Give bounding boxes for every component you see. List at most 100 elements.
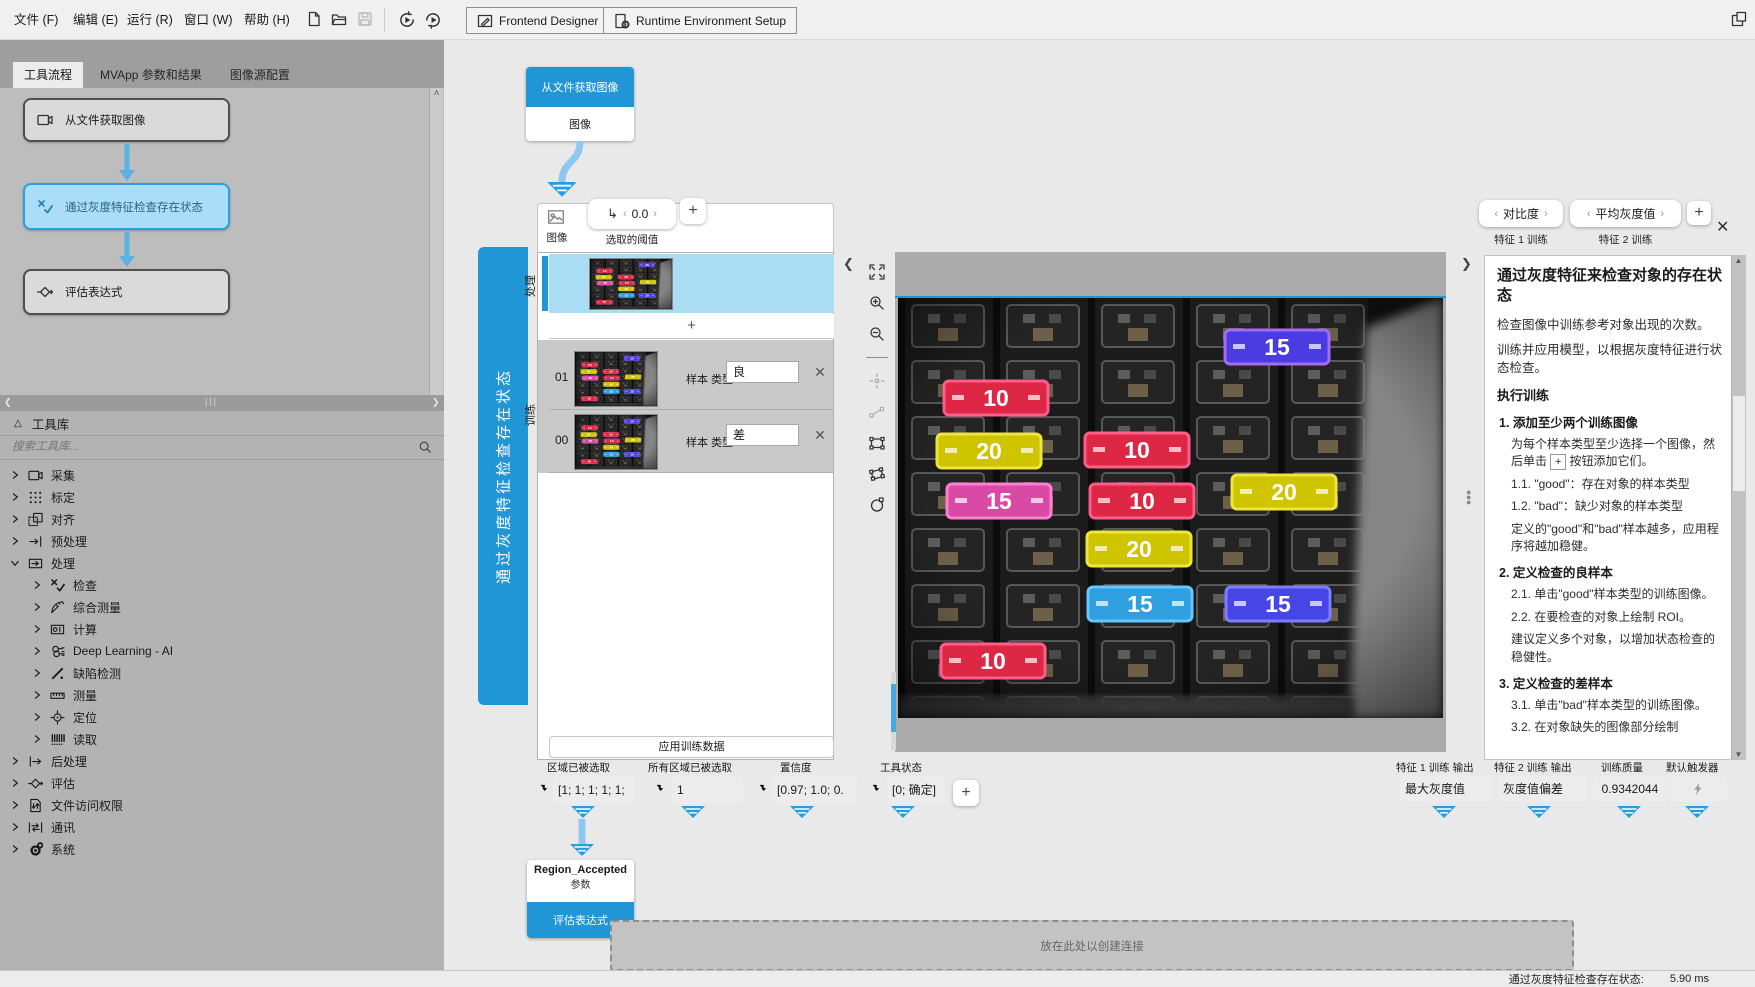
flow-node-evaluate-expression[interactable]: 评估表达式 bbox=[23, 269, 230, 315]
frontend-designer-button[interactable]: Frontend Designer bbox=[466, 7, 609, 34]
output-value-confidence[interactable]: [0.97; 1.0; 0. bbox=[772, 776, 857, 804]
sample-thumbnail[interactable] bbox=[574, 414, 658, 470]
tool-input-arrow[interactable] bbox=[547, 182, 577, 198]
output-port-triangle[interactable] bbox=[571, 806, 595, 819]
flow-vertical-scrollbar[interactable]: ˄ bbox=[429, 88, 443, 443]
sample-type-dropdown[interactable]: 良 bbox=[726, 361, 799, 383]
output-port-triangle[interactable] bbox=[891, 806, 915, 819]
library-item-evaluation[interactable]: 评估 bbox=[0, 772, 444, 794]
tab-tool-flow[interactable]: 工具流程 bbox=[13, 62, 83, 88]
menu-window[interactable]: 窗口 (W) bbox=[180, 0, 237, 40]
flow-node-check-presence[interactable]: 通过灰度特征检查存在状态 bbox=[23, 183, 230, 230]
flow-node-acquire-image[interactable]: 从文件获取图像 bbox=[23, 98, 230, 142]
library-item-preprocessing[interactable]: 预处理 bbox=[0, 530, 444, 552]
library-item-reading[interactable]: 读取 bbox=[0, 728, 444, 750]
open-file-icon[interactable] bbox=[331, 11, 347, 27]
scrollbar-thumb[interactable] bbox=[1733, 396, 1745, 491]
output-port-triangle[interactable] bbox=[1527, 806, 1551, 819]
remove-sample-icon[interactable]: ✕ bbox=[811, 427, 829, 444]
eval-input-arrow[interactable] bbox=[570, 844, 594, 857]
panel-layout-icon[interactable] bbox=[1731, 11, 1747, 27]
save-icon[interactable] bbox=[357, 11, 373, 27]
default-trigger-value[interactable] bbox=[1668, 776, 1727, 802]
sample-thumbnail[interactable] bbox=[574, 351, 658, 407]
collapse-right-chevron[interactable]: ❯ bbox=[1461, 256, 1472, 272]
add-feature-button[interactable]: + bbox=[1687, 201, 1711, 225]
tab-mvapp-params[interactable]: MVApp 参数和结果 bbox=[89, 62, 213, 88]
output-port-triangle[interactable] bbox=[1685, 806, 1709, 819]
library-item-alignment[interactable]: 对齐 bbox=[0, 508, 444, 530]
close-tool-view-icon[interactable]: ✕ bbox=[1716, 217, 1729, 237]
rotated-rectangle-roi-icon[interactable] bbox=[869, 466, 885, 482]
panel-resize-grip[interactable]: ●●● bbox=[1466, 490, 1472, 530]
viewer-scrollbar[interactable] bbox=[891, 672, 896, 750]
scroll-up-icon[interactable]: ▲ bbox=[1732, 256, 1745, 265]
library-item-defect-detection[interactable]: 缺陷检测 bbox=[0, 662, 444, 684]
fit-image-icon[interactable] bbox=[869, 264, 885, 280]
next-feature[interactable]: › bbox=[1661, 208, 1665, 220]
runtime-environment-setup-button[interactable]: Runtime Environment Setup bbox=[603, 7, 797, 34]
library-item-file-access[interactable]: 文件访问权限 bbox=[0, 794, 444, 816]
output-port-triangle[interactable] bbox=[681, 806, 705, 819]
library-item-calibration[interactable]: 标定 bbox=[0, 486, 444, 508]
sample-type-dropdown[interactable]: 差 bbox=[726, 424, 799, 446]
fusebox-image[interactable] bbox=[898, 298, 1443, 718]
library-item-processing[interactable]: 处理 bbox=[0, 552, 444, 574]
next-feature[interactable]: › bbox=[1544, 208, 1548, 220]
tool-banner[interactable]: 通过灰度特征检查存在状态 bbox=[478, 247, 528, 705]
add-processing-image-button[interactable]: + bbox=[549, 314, 834, 339]
connection-drop-zone[interactable]: 放在此处以创建连接 bbox=[610, 920, 1574, 971]
library-item-positioning[interactable]: 定位 bbox=[0, 706, 444, 728]
processing-thumbnail[interactable] bbox=[589, 258, 673, 310]
segment-roi-icon[interactable] bbox=[869, 404, 885, 420]
point-roi-icon[interactable] bbox=[869, 373, 885, 389]
feature2-selector[interactable]: ‹ 平均灰度值 › bbox=[1570, 200, 1681, 227]
training-sample-row-00[interactable]: 00 样本 类型 差 ✕ bbox=[549, 411, 833, 473]
output-value-tool-status[interactable]: [0; 确定] bbox=[887, 776, 945, 804]
stepper-decrease[interactable]: ‹ bbox=[623, 208, 627, 220]
rectangle-roi-icon[interactable] bbox=[869, 435, 885, 451]
training-sample-row-01[interactable]: 01 样本 类型 良 ✕ bbox=[549, 348, 833, 410]
library-item-system[interactable]: 系统 bbox=[0, 838, 444, 860]
help-scrollbar[interactable]: ▲ ▼ bbox=[1731, 256, 1745, 759]
tab-image-source[interactable]: 图像源配置 bbox=[219, 62, 301, 88]
feature2-output-value[interactable]: 灰度值偏差 bbox=[1498, 776, 1587, 802]
threshold-stepper[interactable]: ↳ ‹ 0.0 › bbox=[588, 199, 676, 229]
output-value-region-selected[interactable]: [1; 1; 1; 1; 1; bbox=[553, 776, 635, 804]
output-value-all-regions-selected[interactable]: 1 bbox=[672, 776, 743, 804]
add-input-button[interactable]: + bbox=[680, 198, 706, 224]
library-item-postprocessing[interactable]: 后处理 bbox=[0, 750, 444, 772]
node-acquire-image[interactable]: 从文件获取图像 图像 bbox=[526, 67, 634, 141]
remove-sample-icon[interactable]: ✕ bbox=[811, 364, 829, 381]
scroll-right-icon[interactable]: ❯ bbox=[432, 397, 440, 408]
apply-training-data-button[interactable]: 应用训练数据 bbox=[549, 736, 834, 758]
training-quality-value[interactable]: 0.9342044 bbox=[1593, 776, 1667, 802]
circle-roi-icon[interactable] bbox=[869, 497, 885, 513]
library-item-inspection[interactable]: 检查 bbox=[0, 574, 444, 596]
prev-feature[interactable]: ‹ bbox=[1587, 208, 1591, 220]
collapse-left-chevron[interactable]: ❮ bbox=[843, 256, 854, 272]
library-item-metrology[interactable]: 综合测量 bbox=[0, 596, 444, 618]
feature1-output-value[interactable]: 最大灰度值 bbox=[1400, 776, 1492, 802]
flow-horizontal-scrollbar[interactable]: ❮ ||| ❯ bbox=[0, 395, 444, 410]
zoom-out-icon[interactable] bbox=[869, 326, 885, 342]
run-continuous-icon[interactable] bbox=[424, 11, 442, 29]
node-title[interactable]: 从文件获取图像 bbox=[526, 67, 634, 107]
run-once-icon[interactable] bbox=[398, 11, 416, 29]
tool-library-header[interactable]: △ 工具库 bbox=[0, 410, 444, 436]
scroll-left-icon[interactable]: ❮ bbox=[4, 397, 12, 408]
menu-edit[interactable]: 编辑 (E) bbox=[69, 0, 122, 40]
menu-run[interactable]: 运行 (R) bbox=[123, 0, 177, 40]
prev-feature[interactable]: ‹ bbox=[1494, 208, 1498, 220]
output-port-triangle[interactable] bbox=[1617, 806, 1641, 819]
image-viewer[interactable] bbox=[895, 252, 1446, 752]
library-item-measurement[interactable]: 测量 bbox=[0, 684, 444, 706]
library-search-input[interactable] bbox=[0, 436, 405, 458]
new-file-icon[interactable] bbox=[306, 11, 322, 27]
scroll-down-icon[interactable]: ▼ bbox=[1732, 750, 1745, 759]
add-output-button[interactable]: + bbox=[953, 780, 979, 806]
library-item-acquisition[interactable]: 采集 bbox=[0, 464, 444, 486]
output-port-triangle[interactable] bbox=[1432, 806, 1456, 819]
zoom-in-icon[interactable] bbox=[869, 295, 885, 311]
stepper-increase[interactable]: › bbox=[653, 208, 657, 220]
